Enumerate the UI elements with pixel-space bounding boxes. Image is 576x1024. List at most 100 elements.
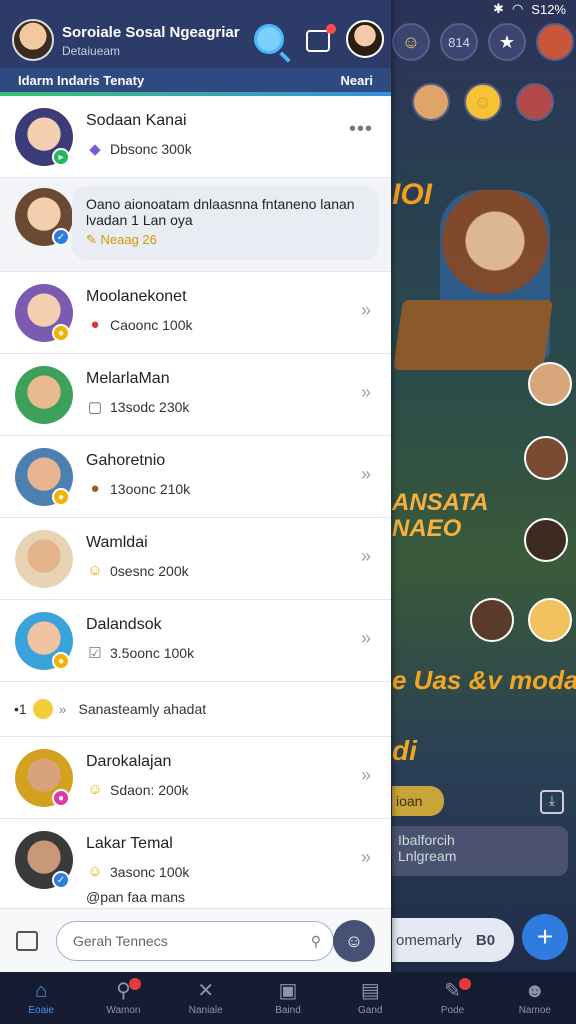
friend-avatar[interactable] xyxy=(516,83,554,121)
message-bubble: Oano aionoatam dnlaasnna fntaneno lanan … xyxy=(72,186,378,260)
message-composer: Gerah Tennecs ⚲ ☺ xyxy=(0,908,391,972)
chat-row[interactable]: ● Darokalajan ☺ Sdaon: 200k » xyxy=(0,737,391,819)
chat-row[interactable]: ✓ Lakar Temal ☺ 3asonc 100k » @pan faa ma… xyxy=(0,819,391,917)
download-icon[interactable]: ⤓ xyxy=(540,790,564,814)
chat-row[interactable]: ▸ Sodaan Kanai ◆ Dbsonc 300k ••• xyxy=(0,96,391,178)
player-avatar[interactable] xyxy=(536,23,574,61)
bg-top-icons: ☺ 814 ★ xyxy=(392,18,576,66)
friend-avatar[interactable] xyxy=(524,436,568,480)
more-options-icon[interactable]: ••• xyxy=(349,118,373,141)
chat-panel: Soroiale Sosal Ngeagriar Detaiueam Idarm… xyxy=(0,0,391,972)
nav-tools[interactable]: ✕ Naniale xyxy=(165,972,247,1024)
chat-row[interactable]: Wamldai ☺ 0sesnc 200k » xyxy=(0,518,391,600)
filter-action[interactable]: Neari xyxy=(340,73,373,88)
chat-row[interactable]: ● Dalandsok ☑ 3.5oonc 100k » xyxy=(0,600,391,682)
event-pill-button[interactable]: ioan xyxy=(392,786,444,816)
status-badge: ● xyxy=(52,488,70,506)
status-badge: ● xyxy=(52,652,70,670)
contact-name: MelarlaMan xyxy=(86,370,170,387)
contact-status: ☺ 3asonc 100k xyxy=(87,863,190,880)
avatar xyxy=(15,366,73,424)
friend-avatar[interactable] xyxy=(524,518,568,562)
event-info-box: Ibalforcih Lnlgream xyxy=(392,826,568,876)
filter-label[interactable]: Idarm Indaris Tenaty xyxy=(18,73,144,88)
chevron-right-icon[interactable]: » xyxy=(361,628,371,649)
game-chat-input[interactable]: omemarly B0 xyxy=(392,918,514,962)
nav-edit[interactable]: ✎ Pode xyxy=(411,972,493,1024)
card-icon: ▤ xyxy=(360,979,380,1002)
message-input[interactable]: Gerah Tennecs ⚲ xyxy=(56,921,334,961)
user-avatar[interactable] xyxy=(12,19,54,61)
nav-search[interactable]: ⚲ Wamon xyxy=(82,972,164,1024)
game-title: IOI xyxy=(392,178,433,211)
online-badge: ▸ xyxy=(52,148,70,166)
friend-avatar[interactable] xyxy=(528,598,572,642)
status-badge: ● xyxy=(52,789,70,807)
nav-card[interactable]: ▤ Gand xyxy=(329,972,411,1024)
bottom-nav: ⌂ Eoaie ⚲ Wamon ✕ Naniale ▣ Baind ▤ Gand ✎ Pod… xyxy=(0,972,576,1024)
nav-bag[interactable]: ▣ Baind xyxy=(247,972,329,1024)
friend-avatar[interactable] xyxy=(470,598,514,642)
search-icon[interactable] xyxy=(254,24,284,54)
wifi-icon: ◠ xyxy=(511,1,524,16)
contact-status: ☺ 0sesnc 200k xyxy=(87,562,189,579)
smile-icon: ☺ xyxy=(87,863,103,880)
contact-name: Sodaan Kanai xyxy=(86,112,187,129)
status-bar: ✱ ◠ S12% xyxy=(493,0,566,18)
chat-row[interactable]: MelarlaMan ▢ 13sodc 230k » xyxy=(0,354,391,436)
system-suffix: » xyxy=(58,701,67,717)
level-badge[interactable]: 814 xyxy=(440,23,478,61)
voice-button[interactable]: ☺ xyxy=(333,920,375,962)
star-icon[interactable]: ★ xyxy=(488,23,526,61)
check-box-icon: ☑ xyxy=(88,645,102,662)
chat-row-highlighted[interactable]: ✓ Oano aionoatam dnlaasnna fntaneno lana… xyxy=(0,178,391,272)
chevron-right-icon[interactable]: » xyxy=(361,464,371,485)
app-title: Soroiale Sosal Ngeagriar xyxy=(62,24,240,41)
status-badge: ✓ xyxy=(52,871,70,889)
chat-list: ▸ Sodaan Kanai ◆ Dbsonc 300k ••• ✓ Oano … xyxy=(0,96,391,917)
message-meta: ✎ Neaag 26 xyxy=(86,232,157,247)
chevron-right-icon[interactable]: » xyxy=(361,546,371,567)
bluetooth-icon: ✱ xyxy=(493,1,504,16)
notification-badge xyxy=(129,978,142,990)
bag-icon: ▣ xyxy=(278,979,298,1002)
contact-name: Dalandsok xyxy=(86,616,162,633)
smile-icon: ☺ xyxy=(87,562,103,579)
system-prefix: •1 xyxy=(14,701,27,717)
heart-icon: ● xyxy=(90,316,100,333)
smiley-icon[interactable]: ☺ xyxy=(392,23,430,61)
contact-status: ☺ Sdaon: 200k xyxy=(87,781,189,798)
profile-icon: ☻ xyxy=(524,979,546,1002)
contact-name: Gahoretnio xyxy=(86,452,166,469)
emoji-icon[interactable]: ⚲ xyxy=(311,933,321,950)
smiley-icon[interactable]: ☺ xyxy=(464,83,502,121)
system-text: Sanasteamly ahadat xyxy=(78,701,207,717)
attach-icon[interactable] xyxy=(16,931,38,951)
contact-name: Darokalajan xyxy=(86,753,172,770)
friend-avatar[interactable] xyxy=(528,362,572,406)
system-message: •1 » Sanasteamly ahadat xyxy=(0,682,391,737)
notification-icon[interactable] xyxy=(306,24,336,52)
nav-profile[interactable]: ☻ Namoe xyxy=(494,972,576,1024)
add-button[interactable]: + xyxy=(522,914,568,960)
tools-icon: ✕ xyxy=(197,979,215,1002)
contact-status: ☑ 3.5oonc 100k xyxy=(86,644,194,662)
chevron-right-icon[interactable]: » xyxy=(361,300,371,321)
input-badge: B0 xyxy=(475,931,496,949)
contact-name: Moolanekonet xyxy=(86,288,187,305)
contact-name: Lakar Temal xyxy=(86,835,173,852)
contact-status: ● 13oonc 210k xyxy=(86,480,190,497)
friend-avatar[interactable] xyxy=(412,83,450,121)
chat-row[interactable]: ● Gahoretnio ● 13oonc 210k » xyxy=(0,436,391,518)
status-badge: ● xyxy=(52,324,70,342)
chat-row[interactable]: ● Moolanekonet ● Caoonc 100k » xyxy=(0,272,391,354)
chevron-right-icon[interactable]: » xyxy=(361,765,371,786)
chevron-right-icon[interactable]: » xyxy=(361,382,371,403)
nav-home[interactable]: ⌂ Eoaie xyxy=(0,972,82,1024)
chevron-right-icon[interactable]: » xyxy=(361,847,371,868)
contact-status: ◆ Dbsonc 300k xyxy=(86,140,192,158)
profile-avatar[interactable] xyxy=(346,20,384,58)
event-title: e Uas &v modan xyxy=(392,665,576,695)
contact-status: ▢ 13sodc 230k xyxy=(87,399,190,416)
panel-header: Soroiale Sosal Ngeagriar Detaiueam Idarm… xyxy=(0,0,391,92)
